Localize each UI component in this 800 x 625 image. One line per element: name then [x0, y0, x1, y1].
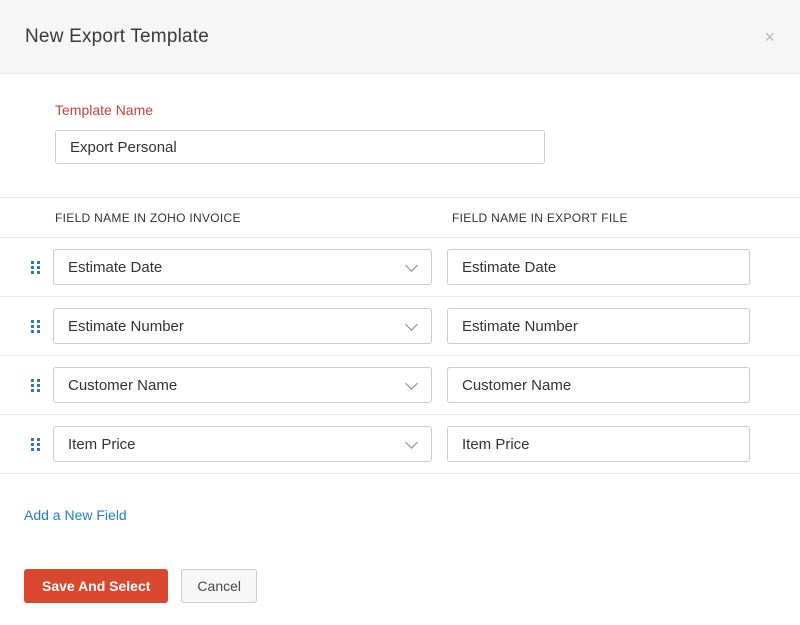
drag-dot — [37, 378, 40, 382]
field-rows: Estimate Date Estimate Number Customer N… — [0, 238, 800, 474]
zoho-field-select-wrap: Customer Name — [53, 367, 432, 403]
drag-dot — [37, 270, 40, 274]
template-name-label: Template Name — [55, 102, 154, 118]
drag-dot — [37, 437, 40, 441]
close-icon[interactable]: × — [764, 28, 775, 46]
drag-dot — [31, 324, 34, 328]
button-row: Save And Select Cancel — [24, 569, 800, 603]
table-row: Estimate Number — [0, 297, 800, 356]
drag-dot — [31, 270, 34, 274]
export-field-input[interactable] — [447, 308, 750, 344]
drag-handle-icon[interactable] — [31, 437, 40, 451]
save-and-select-button[interactable]: Save And Select — [24, 569, 169, 603]
drag-handle-icon[interactable] — [31, 319, 40, 333]
dialog-body: Template Name FIELD NAME IN ZOHO INVOICE… — [0, 74, 800, 603]
drag-dot — [37, 265, 40, 269]
add-field-link[interactable]: Add a New Field — [24, 507, 127, 523]
drag-handle-icon[interactable] — [31, 378, 40, 392]
column-header-export-field: FIELD NAME IN EXPORT FILE — [452, 211, 628, 225]
drag-dot — [37, 383, 40, 387]
table-row: Estimate Date — [0, 238, 800, 297]
drag-dot — [37, 324, 40, 328]
zoho-field-select[interactable]: Customer Name — [53, 367, 432, 403]
drag-dot — [31, 265, 34, 269]
template-name-group: Template Name — [55, 102, 800, 164]
drag-dot — [31, 319, 34, 323]
drag-dot — [37, 447, 40, 451]
new-export-template-dialog: New Export Template × Template Name FIEL… — [0, 0, 800, 603]
export-field-input[interactable] — [447, 249, 750, 285]
field-mapping-table: FIELD NAME IN ZOHO INVOICE FIELD NAME IN… — [0, 197, 800, 474]
zoho-field-select[interactable]: Estimate Date — [53, 249, 432, 285]
export-field-input[interactable] — [447, 426, 750, 462]
table-header-row: FIELD NAME IN ZOHO INVOICE FIELD NAME IN… — [0, 197, 800, 238]
drag-dot — [37, 442, 40, 446]
zoho-field-select[interactable]: Item Price — [53, 426, 432, 462]
cancel-button[interactable]: Cancel — [181, 569, 258, 603]
drag-dot — [31, 447, 34, 451]
drag-dot — [37, 319, 40, 323]
drag-dot — [37, 260, 40, 264]
drag-dot — [31, 260, 34, 264]
drag-handle-icon[interactable] — [31, 260, 40, 274]
drag-dot — [31, 378, 34, 382]
drag-dot — [31, 383, 34, 387]
zoho-field-select-wrap: Estimate Number — [53, 308, 432, 344]
export-field-input[interactable] — [447, 367, 750, 403]
table-row: Item Price — [0, 415, 800, 474]
zoho-field-select-wrap: Estimate Date — [53, 249, 432, 285]
drag-dot — [37, 388, 40, 392]
drag-dot — [31, 437, 34, 441]
drag-dot — [31, 442, 34, 446]
zoho-field-select-wrap: Item Price — [53, 426, 432, 462]
column-header-zoho-field: FIELD NAME IN ZOHO INVOICE — [55, 211, 241, 225]
dialog-header: New Export Template × — [0, 0, 800, 74]
zoho-field-select[interactable]: Estimate Number — [53, 308, 432, 344]
drag-dot — [31, 329, 34, 333]
template-name-input[interactable] — [55, 130, 545, 164]
dialog-title: New Export Template — [25, 25, 210, 47]
drag-dot — [37, 329, 40, 333]
table-row: Customer Name — [0, 356, 800, 415]
drag-dot — [31, 388, 34, 392]
